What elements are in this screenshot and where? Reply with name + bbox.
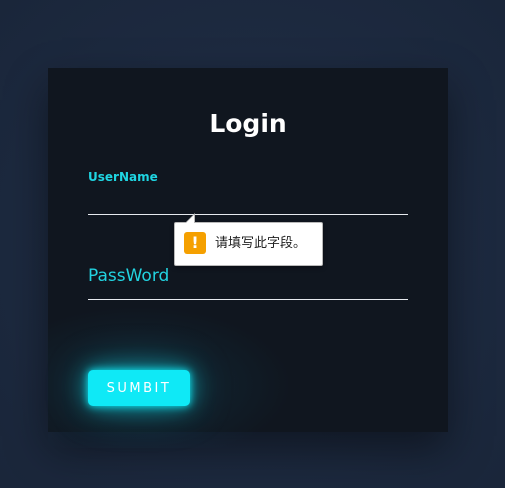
username-label: UserName	[88, 170, 158, 184]
validation-tooltip: ! 请填写此字段。	[174, 213, 323, 266]
username-underline	[88, 214, 408, 215]
login-title: Login	[209, 109, 287, 138]
submit-button[interactable]: SUMBIT	[88, 370, 190, 406]
tooltip-arrow	[186, 215, 194, 223]
tooltip-message: 请填写此字段。	[215, 236, 307, 251]
username-input[interactable]	[88, 191, 408, 213]
warning-icon: !	[184, 232, 206, 254]
password-underline	[88, 299, 408, 300]
password-input[interactable]	[88, 276, 408, 298]
username-field[interactable]: UserName	[88, 168, 408, 215]
